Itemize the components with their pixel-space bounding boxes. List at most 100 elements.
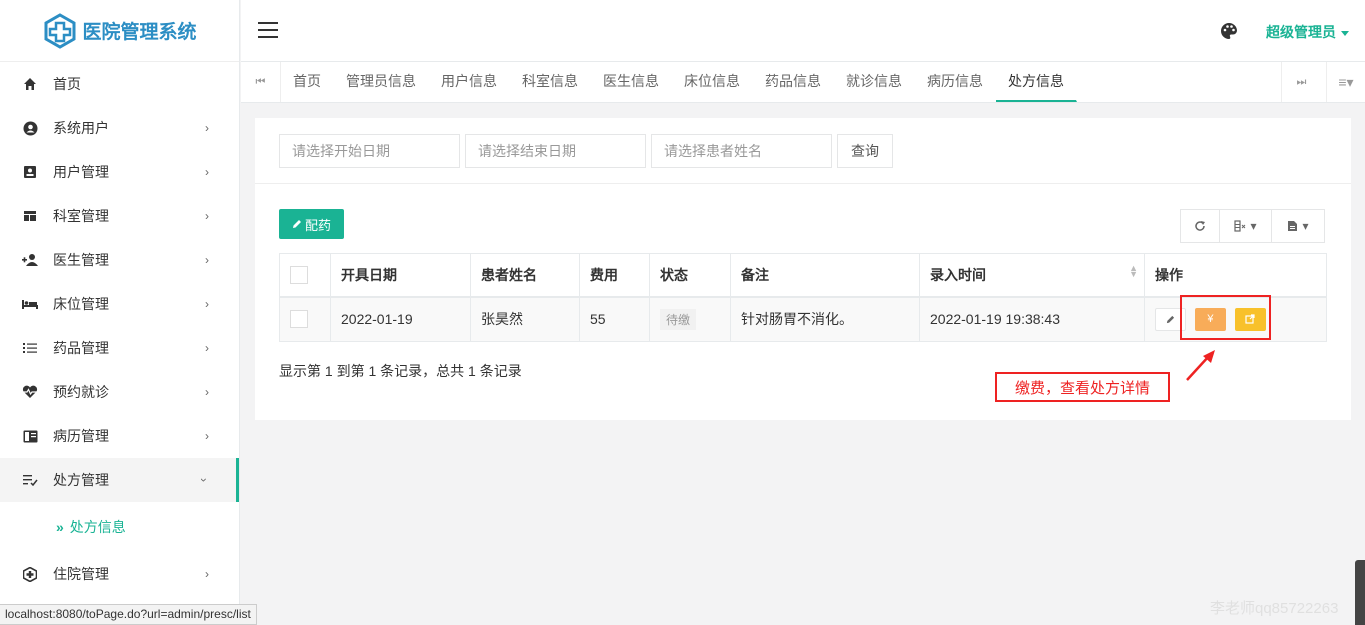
sidebar-item-system-users[interactable]: 系统用户 › bbox=[0, 106, 239, 150]
sidebar-item-label: 病历管理 bbox=[53, 428, 109, 444]
cell-note: 针对肠胃不消化。 bbox=[730, 296, 920, 342]
user-name: 超级管理员 bbox=[1266, 24, 1336, 40]
sidebar-item-home[interactable]: 首页 bbox=[0, 62, 239, 106]
sidebar-item-inpatient[interactable]: 住院管理 › bbox=[0, 552, 239, 596]
select-all-checkbox[interactable] bbox=[290, 265, 308, 284]
layout-icon bbox=[22, 208, 38, 224]
logo[interactable]: 医院管理系统 bbox=[0, 0, 239, 62]
sidebar-item-doctor[interactable]: 医生管理 › bbox=[0, 238, 239, 282]
palette-icon[interactable] bbox=[1220, 22, 1238, 40]
page-tabs: 首页 管理员信息 用户信息 科室信息 医生信息 床位信息 药品信息 就诊信息 病… bbox=[281, 62, 1077, 102]
bed-icon bbox=[22, 296, 38, 312]
dispense-button[interactable]: 配药 bbox=[279, 209, 344, 239]
pencil-icon bbox=[292, 220, 301, 228]
tabs-bar: ⏮ 首页 管理员信息 用户信息 科室信息 医生信息 床位信息 药品信息 就诊信息… bbox=[241, 62, 1365, 103]
tab-record-info[interactable]: 病历信息 bbox=[915, 62, 996, 102]
refresh-icon[interactable] bbox=[1181, 210, 1220, 242]
dispense-label: 配药 bbox=[304, 217, 331, 233]
prescription-table: 开具日期 患者姓名 费用 状态 备注 录入时间 ▲ ▼ 操作 2022-01-19 … bbox=[279, 253, 1327, 342]
pagination-summary: 显示第 1 到第 1 条记录，总共 1 条记录 bbox=[279, 363, 522, 379]
sidebar-subitem-label: 处方信息 bbox=[69, 519, 126, 535]
home-icon bbox=[22, 76, 38, 92]
end-date-input[interactable]: 请选择结束日期 bbox=[465, 134, 646, 168]
hospital-icon bbox=[22, 566, 38, 582]
pencil-icon bbox=[1166, 315, 1175, 323]
sidebar-item-label: 系统用户 bbox=[53, 120, 109, 136]
sidebar-item-bed[interactable]: 床位管理 › bbox=[0, 282, 239, 326]
chevron-right-icon: › bbox=[205, 341, 209, 355]
cell-fee: 55 bbox=[579, 296, 650, 342]
tab-admin-info[interactable]: 管理员信息 bbox=[334, 62, 429, 102]
sort-icon: ▲ ▼ bbox=[1129, 262, 1138, 279]
col-status[interactable]: 状态 bbox=[649, 253, 731, 298]
sidebar-item-label: 处方管理 bbox=[53, 472, 109, 488]
col-fee[interactable]: 费用 bbox=[579, 253, 650, 298]
cell-entry-time: 2022-01-19 19:38:43 bbox=[919, 296, 1145, 342]
status-badge: 待缴 bbox=[660, 308, 697, 330]
chevron-right-icon: › bbox=[205, 385, 209, 399]
caret-down-icon bbox=[1341, 30, 1349, 36]
columns-toggle-icon[interactable]: ▾ bbox=[1220, 210, 1272, 242]
hospital-cross-icon bbox=[44, 12, 76, 49]
list-icon bbox=[22, 340, 38, 356]
sidebar-item-label: 用户管理 bbox=[53, 164, 109, 180]
id-card-icon bbox=[22, 164, 38, 180]
patient-name-input[interactable]: 请选择患者姓名 bbox=[651, 134, 832, 168]
tab-scroll-right-icon[interactable]: ⏭ bbox=[1281, 62, 1321, 102]
sidebar-item-department[interactable]: 科室管理 › bbox=[0, 194, 239, 238]
annotation-highlight-box bbox=[1180, 295, 1271, 340]
sidebar-item-label: 首页 bbox=[53, 76, 81, 92]
table-toolbar: ▾ ▾ bbox=[1180, 209, 1325, 243]
tab-visit-info[interactable]: 就诊信息 bbox=[834, 62, 915, 102]
user-circle-icon bbox=[22, 120, 38, 136]
sidebar-item-medical-record[interactable]: 病历管理 › bbox=[0, 414, 239, 458]
tab-medicine-info[interactable]: 药品信息 bbox=[753, 62, 834, 102]
chevron-right-icon: › bbox=[205, 253, 209, 267]
col-date[interactable]: 开具日期 bbox=[330, 253, 471, 298]
chevron-right-icon: › bbox=[205, 165, 209, 179]
tab-bed-info[interactable]: 床位信息 bbox=[672, 62, 753, 102]
sidebar-item-label: 科室管理 bbox=[53, 208, 109, 224]
col-note[interactable]: 备注 bbox=[730, 253, 920, 298]
chevron-right-icon: › bbox=[205, 209, 209, 223]
row-checkbox[interactable] bbox=[290, 310, 308, 329]
chevron-right-icon: › bbox=[205, 429, 209, 443]
table-header-row: 开具日期 患者姓名 费用 状态 备注 录入时间 ▲ ▼ 操作 bbox=[279, 253, 1327, 298]
sidebar-item-label: 住院管理 bbox=[53, 566, 109, 582]
select-all-cell bbox=[279, 253, 331, 298]
annotation-arrow-icon bbox=[1186, 350, 1215, 381]
chevron-right-icon: › bbox=[205, 297, 209, 311]
tab-scroll-left-icon[interactable]: ⏮ bbox=[241, 62, 281, 102]
sidebar-subitem-prescription-info[interactable]: » 处方信息 bbox=[0, 502, 239, 552]
heartbeat-icon bbox=[22, 384, 38, 400]
tab-doctor-info[interactable]: 医生信息 bbox=[591, 62, 672, 102]
chevron-right-icon: › bbox=[205, 121, 209, 135]
table-row: 2022-01-19 张昊然 55 待缴 针对肠胃不消化。 2022-01-19… bbox=[279, 296, 1327, 342]
tab-department-info[interactable]: 科室信息 bbox=[510, 62, 591, 102]
annotation-label: 缴费，查看处方详情 bbox=[995, 372, 1170, 402]
sidebar-item-user-management[interactable]: 用户管理 › bbox=[0, 150, 239, 194]
tab-home[interactable]: 首页 bbox=[281, 62, 334, 102]
sidebar-item-label: 药品管理 bbox=[53, 340, 109, 356]
sidebar-item-appointment[interactable]: 预约就诊 › bbox=[0, 370, 239, 414]
tab-prescription-info[interactable]: 处方信息 bbox=[996, 62, 1077, 102]
side-widget bbox=[1355, 560, 1365, 625]
col-patient[interactable]: 患者姓名 bbox=[470, 253, 580, 298]
export-icon[interactable]: ▾ bbox=[1272, 210, 1324, 242]
sidebar-item-label: 医生管理 bbox=[53, 252, 109, 268]
sidebar-item-prescription[interactable]: 处方管理 › bbox=[0, 458, 239, 502]
chevron-right-icon: › bbox=[205, 567, 209, 581]
sidebar-item-medicine[interactable]: 药品管理 › bbox=[0, 326, 239, 370]
start-date-input[interactable]: 请选择开始日期 bbox=[279, 134, 460, 168]
user-menu[interactable]: 超级管理员 bbox=[1266, 22, 1349, 42]
sidebar: 医院管理系统 首页 系统用户 › 用户管理 › 科室管理 › 医生管理 › 床位… bbox=[0, 0, 240, 625]
row-select-cell bbox=[279, 296, 331, 342]
menu-toggle-icon[interactable] bbox=[258, 22, 278, 43]
col-entry-time[interactable]: 录入时间 ▲ ▼ bbox=[919, 253, 1145, 298]
cell-patient: 张昊然 bbox=[470, 296, 580, 342]
tab-user-info[interactable]: 用户信息 bbox=[429, 62, 510, 102]
query-button[interactable]: 查询 bbox=[837, 134, 893, 168]
cell-status: 待缴 bbox=[649, 296, 731, 342]
col-entry-time-label: 录入时间 bbox=[930, 266, 986, 283]
tab-options-icon[interactable]: ≡▾ bbox=[1326, 62, 1365, 102]
